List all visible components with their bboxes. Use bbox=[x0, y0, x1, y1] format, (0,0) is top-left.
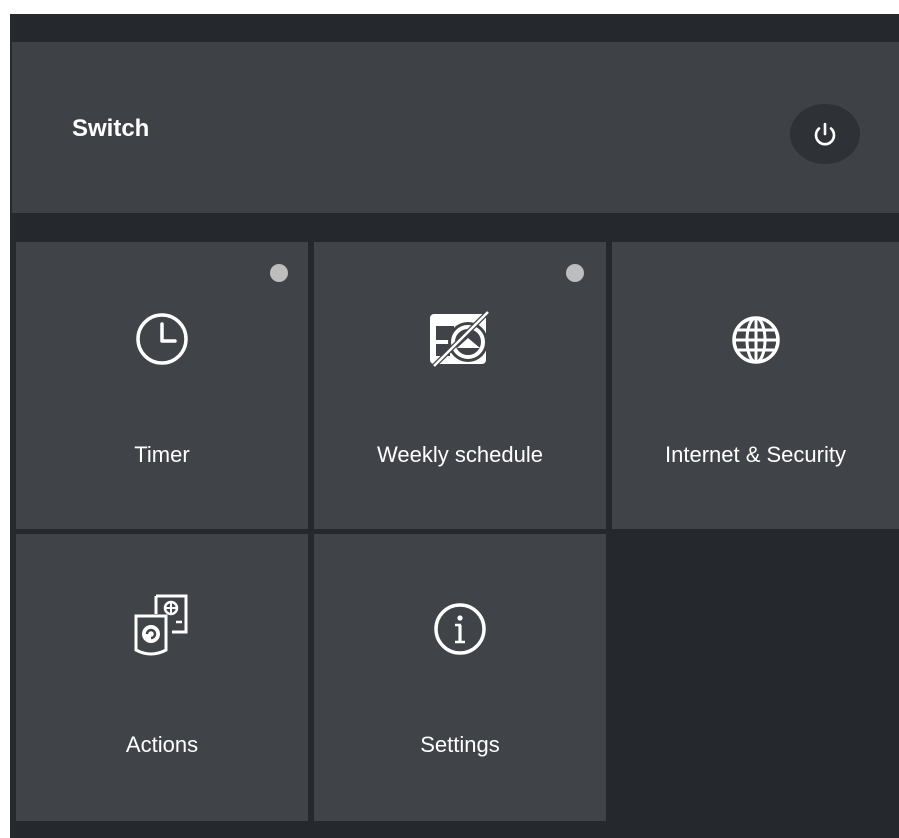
clock-icon bbox=[136, 313, 188, 365]
timer-label: Timer bbox=[134, 442, 190, 467]
power-button[interactable] bbox=[790, 104, 860, 164]
info-icon bbox=[434, 603, 486, 655]
timer-status-dot bbox=[270, 264, 288, 282]
tile-timer[interactable]: Timer bbox=[16, 242, 308, 529]
tile-internet-security[interactable]: Internet & Security bbox=[612, 242, 899, 529]
tile-weekly-schedule[interactable]: Weekly schedule bbox=[314, 242, 606, 529]
switch-label: Switch bbox=[72, 115, 150, 142]
settings-label: Settings bbox=[420, 732, 500, 757]
calendar-icon bbox=[430, 310, 490, 368]
actions-label: Actions bbox=[125, 732, 199, 757]
power-icon bbox=[814, 122, 836, 146]
tile-actions[interactable]: Actions bbox=[16, 534, 308, 821]
weekly-schedule-label: Weekly schedule bbox=[377, 442, 543, 467]
top-crop-area bbox=[0, 0, 899, 14]
internet-security-label: Internet & Security bbox=[665, 442, 846, 467]
actions-icon bbox=[134, 594, 188, 656]
weekly-schedule-status-dot bbox=[566, 264, 584, 282]
tile-settings[interactable]: Settings bbox=[314, 534, 606, 821]
globe-icon bbox=[731, 316, 780, 364]
